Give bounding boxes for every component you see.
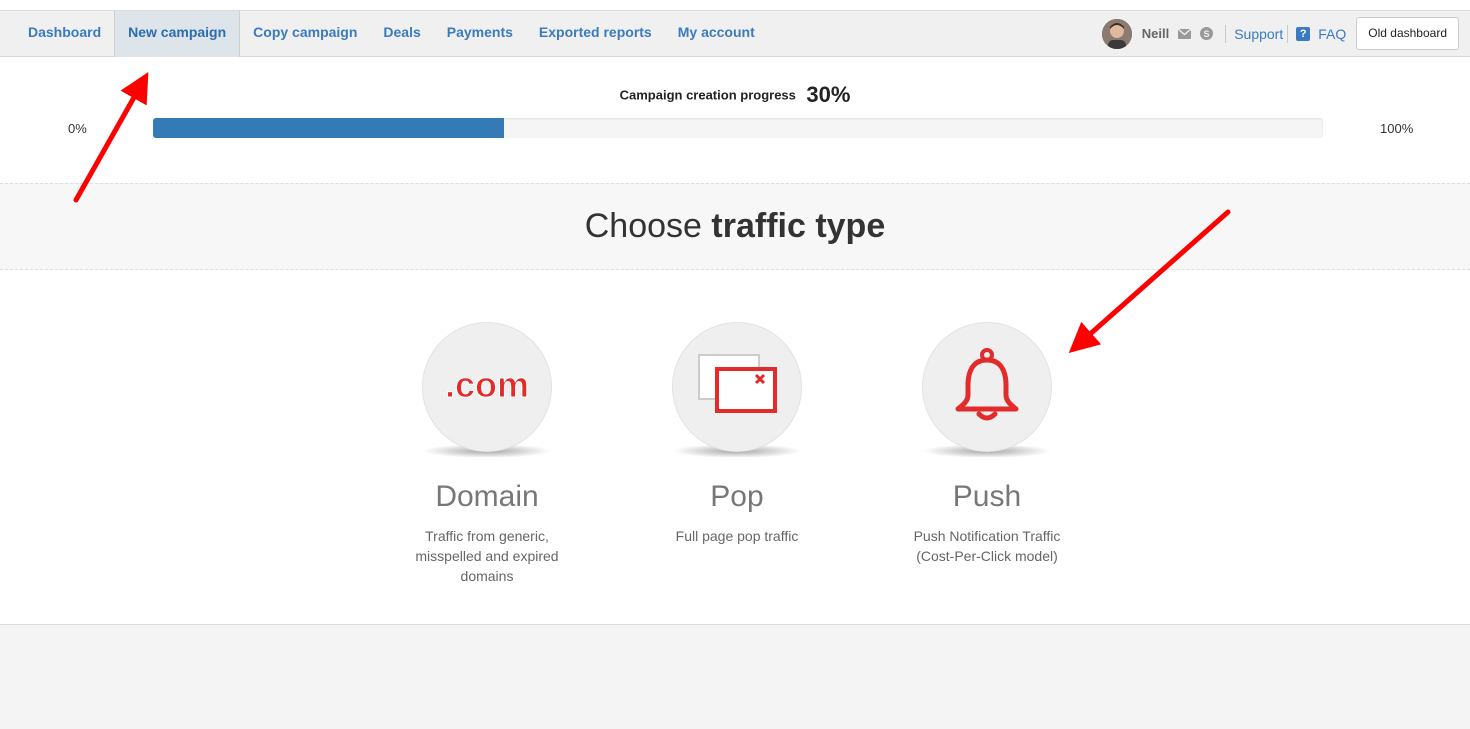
svg-text:.com: .com [445,364,529,405]
domain-circle[interactable]: .com [422,322,552,452]
traffic-card-domain[interactable]: .com Domain Traffic from generic, misspe… [387,322,587,586]
faq-link[interactable]: FAQ [1318,26,1346,42]
support-link[interactable]: Support [1234,26,1283,42]
svg-text:S: S [1203,29,1209,39]
traffic-desc-domain: Traffic from generic, misspelled and exp… [415,528,559,584]
main-nav: Dashboard New campaign Copy campaign Dea… [15,11,768,57]
old-dashboard-button[interactable]: Old dashboard [1356,17,1459,50]
nav-copy-campaign[interactable]: Copy campaign [240,11,370,56]
nav-payments[interactable]: Payments [434,11,526,56]
push-circle[interactable] [922,322,1052,452]
divider [1287,24,1289,43]
progress-percent: 30% [806,82,851,107]
popup-window-icon [698,354,777,413]
skype-icon[interactable]: S [1199,27,1213,41]
question-icon: ? [1296,26,1311,41]
progress-header: Campaign creation progress 30% [0,82,1470,108]
traffic-name-domain: Domain [435,480,539,513]
nav-exported-reports[interactable]: Exported reports [526,11,665,56]
traffic-name-push: Push [952,480,1022,513]
traffic-card-pop[interactable]: Pop Full page pop traffic [637,322,837,546]
progress-label: Campaign creation progress [619,87,796,103]
divider [1225,24,1227,43]
pop-circle[interactable] [672,322,802,452]
avatar[interactable] [1101,18,1132,49]
user-area: Neill S Support ? FAQ Old dashboard [1101,11,1459,56]
traffic-card-push[interactable]: Push Push Notification Traffic (Cost-Per… [887,322,1087,566]
progress-max-label: 100% [1380,121,1414,136]
progress-section: Campaign creation progress 30% 0% 100% [0,57,1470,183]
progress-bar-fill [153,118,504,138]
dot-com-icon: .com [444,364,529,406]
section-title: Choose traffic type [584,207,886,245]
section-title-band: Choose traffic type [0,183,1470,270]
progress-bar [153,118,1323,138]
bell-icon [955,348,1019,421]
page-footer-area [0,624,1470,729]
nav-deals[interactable]: Deals [370,11,433,56]
mail-icon[interactable] [1177,27,1191,41]
progress-min-label: 0% [68,121,87,136]
traffic-desc-push: Push Notification Traffic (Cost-Per-Clic… [913,528,1061,564]
nav-dashboard[interactable]: Dashboard [15,11,114,56]
top-navbar: Dashboard New campaign Copy campaign Dea… [0,10,1470,57]
nav-new-campaign[interactable]: New campaign [114,11,241,57]
user-name[interactable]: Neill [1142,26,1169,41]
nav-my-account[interactable]: My account [665,11,768,56]
traffic-desc-pop: Full page pop traffic [675,528,799,544]
traffic-type-list: .com Domain Traffic from generic, misspe… [0,270,1470,624]
traffic-name-pop: Pop [710,480,764,513]
